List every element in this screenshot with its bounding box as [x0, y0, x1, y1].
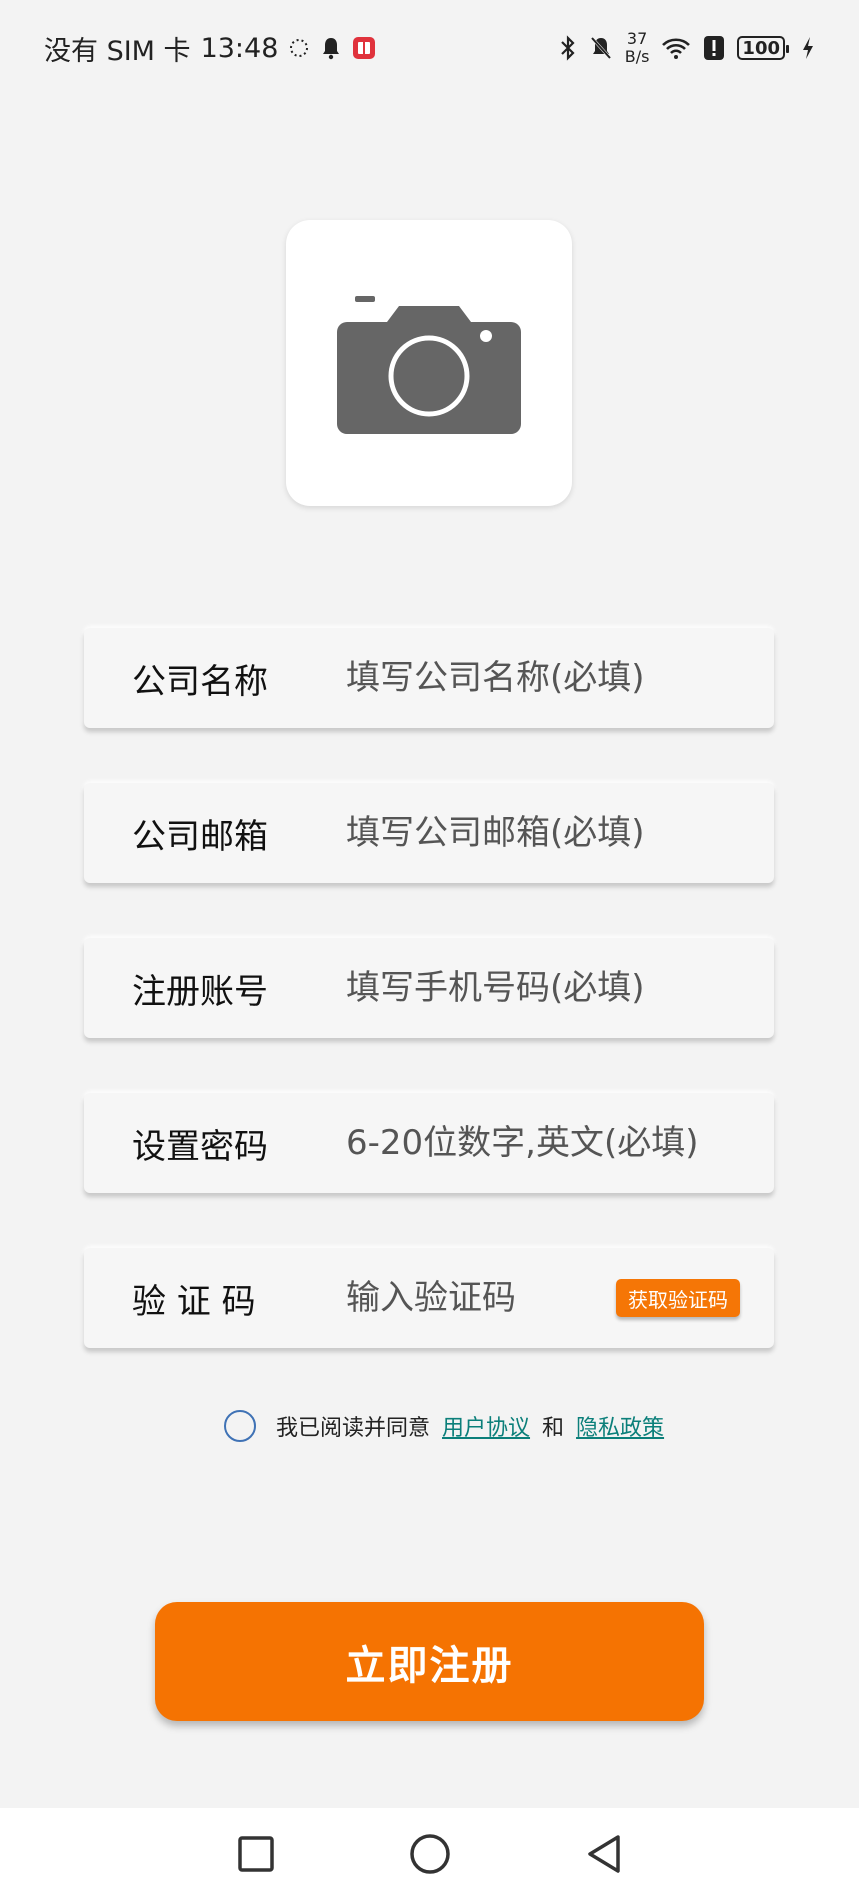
alert-icon [703, 35, 725, 61]
password-label: 设置密码 [132, 1126, 268, 1167]
recent-apps-button[interactable] [234, 1832, 278, 1876]
register-button[interactable]: 立即注册 [155, 1602, 704, 1721]
agreement-row: 我已阅读并同意 用户协议 和 隐私政策 [224, 1406, 664, 1446]
company-email-row: 公司邮箱 [84, 783, 774, 883]
status-bar: 没有 SIM 卡 13:48 37 B/s 100 [0, 0, 859, 96]
verify-code-row: 验 证 码 获取验证码 [84, 1248, 774, 1348]
charging-icon [801, 36, 815, 60]
mute-icon [589, 35, 613, 61]
battery-indicator: 100 [737, 36, 789, 60]
agree-radio[interactable] [224, 1410, 256, 1442]
system-nav-bar [0, 1808, 859, 1900]
bell-icon [320, 36, 342, 60]
company-name-label: 公司名称 [132, 661, 268, 702]
company-name-input[interactable] [346, 648, 746, 708]
circle-icon [409, 1834, 450, 1874]
bluetooth-icon [559, 35, 577, 61]
agreement-and: 和 [542, 1416, 565, 1441]
wifi-icon [661, 36, 691, 60]
phone-input[interactable] [346, 958, 746, 1018]
status-right: 37 B/s 100 [559, 30, 815, 66]
home-button[interactable] [408, 1832, 452, 1876]
company-email-input[interactable] [346, 803, 746, 863]
agreement-prefix: 我已阅读并同意 [276, 1416, 431, 1441]
privacy-policy-link[interactable]: 隐私政策 [576, 1410, 664, 1442]
triangle-back-icon [587, 1835, 620, 1873]
password-input[interactable] [346, 1113, 746, 1173]
net-speed-value: 37 [626, 29, 648, 48]
carrier-text: 没有 SIM 卡 [44, 35, 191, 67]
user-agreement-link[interactable]: 用户协议 [442, 1410, 530, 1442]
square-icon [237, 1836, 274, 1872]
company-name-row: 公司名称 [84, 628, 774, 728]
get-code-button[interactable]: 获取验证码 [616, 1279, 740, 1317]
net-speed-unit: B/s [624, 47, 650, 66]
register-screen: 没有 SIM 卡 13:48 37 B/s 100 公司名称 填写公司名称(必填… [0, 0, 859, 1900]
time-text: 13:48 [200, 32, 279, 64]
app-notification-icon [352, 36, 376, 60]
verify-code-input[interactable] [346, 1268, 596, 1328]
verify-code-label: 验 证 码 [132, 1281, 256, 1322]
password-row: 设置密码 [84, 1093, 774, 1193]
company-email-label: 公司邮箱 [132, 816, 268, 857]
back-button[interactable] [582, 1832, 626, 1876]
loading-icon [288, 37, 310, 59]
account-label: 注册账号 [132, 971, 268, 1012]
status-left: 没有 SIM 卡 13:48 [44, 29, 376, 68]
net-speed: 37 B/s [625, 30, 650, 66]
company-logo-upload[interactable] [286, 220, 572, 506]
account-row: 注册账号 [84, 938, 774, 1038]
camera-icon [337, 296, 521, 434]
